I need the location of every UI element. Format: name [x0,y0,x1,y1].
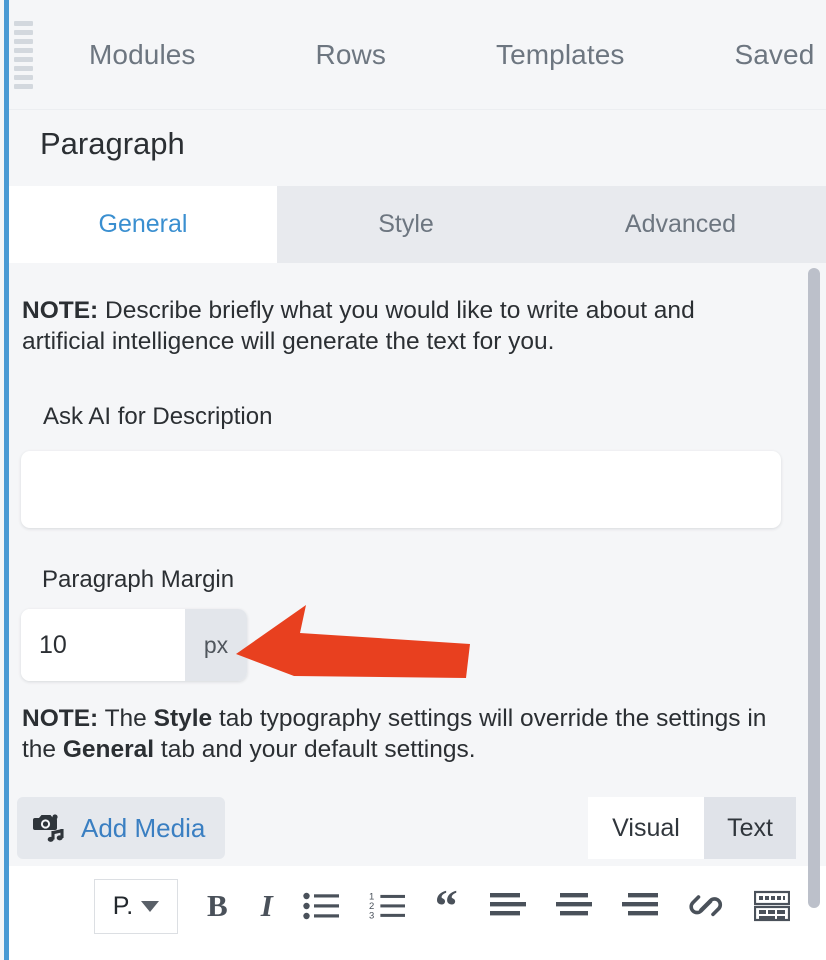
tab-advanced[interactable]: Advanced [535,186,826,263]
bullet-list-button[interactable] [303,888,339,924]
paragraph-margin-input[interactable]: 10 [21,609,185,681]
align-left-icon [489,893,526,916]
svg-text:3: 3 [369,910,374,921]
toolbar-toggle-button[interactable] [753,888,790,924]
note-body: Describe briefly what you would like to … [22,297,695,355]
note2-prefix: NOTE: [22,705,99,732]
note2-bold-style: Style [153,705,213,732]
numbered-list-button[interactable]: 1 2 3 [369,888,405,924]
note2-bold-general: General [62,736,155,763]
ask-ai-label: Ask AI for Description [43,403,273,430]
settings-scroll-area: NOTE: Describe briefly what you would li… [9,263,826,803]
italic-button[interactable]: I [261,888,273,924]
note2-part1: The [98,705,154,732]
nav-tab-saved[interactable]: Saved [734,39,814,71]
module-settings-panel: Modules Rows Templates Saved Paragraph G… [0,0,826,960]
ask-ai-textarea[interactable] [21,451,781,528]
drag-handle-icon[interactable] [14,21,34,89]
paragraph-margin-unit[interactable]: px [185,609,247,681]
align-center-button[interactable] [555,888,592,924]
chevron-down-icon [141,900,160,912]
module-title-bar: Paragraph [9,110,826,186]
paragraph-format-label: P. [112,891,134,920]
panel-header-nav: Modules Rows Templates Saved [9,0,826,110]
keyboard-toolbar-icon [753,890,790,922]
editor-mode-toggle: Visual Text [588,797,796,859]
align-right-button[interactable] [621,888,658,924]
bullet-list-icon [303,892,339,920]
page-title: Paragraph [40,126,185,161]
note-style-override: NOTE: The Style tab typography settings … [22,703,770,765]
add-media-button[interactable]: Add Media [17,797,226,859]
editor-toolbar: P. B I 1 2 3 “ [9,866,790,946]
paragraph-margin-label: Paragraph Margin [42,566,235,593]
align-right-icon [621,893,658,916]
panel-scrollbar[interactable] [808,268,820,908]
add-media-label: Add Media [81,812,206,843]
bold-button[interactable]: B [207,888,228,924]
align-left-button[interactable] [489,888,526,924]
editor-content-area: P. B I 1 2 3 “ [9,866,826,960]
nav-tab-modules[interactable]: Modules [89,39,196,71]
tab-general[interactable]: General [9,186,277,263]
link-icon [689,895,722,917]
insert-link-button[interactable] [688,888,724,924]
paragraph-margin-field: 10 px [21,609,247,681]
note2-part3: tab and your default settings. [154,736,476,763]
nav-tab-templates[interactable]: Templates [496,39,625,71]
tab-style[interactable]: Style [277,186,535,263]
nav-tab-rows[interactable]: Rows [316,39,386,71]
tab-text-editor[interactable]: Text [704,797,796,859]
paragraph-format-dropdown[interactable]: P. [94,878,178,934]
nav-tab-list: Modules Rows Templates Saved [61,0,814,110]
settings-tab-list: General Style Advanced [9,186,826,263]
tab-visual-editor[interactable]: Visual [588,797,704,859]
align-center-icon [555,893,592,916]
numbered-list-icon: 1 2 3 [369,891,405,921]
camera-music-icon [31,810,67,847]
note-prefix: NOTE: [22,297,99,324]
note-ai-description: NOTE: Describe briefly what you would li… [22,295,770,357]
panel-accent-stripe [4,0,9,960]
editor-media-bar: Add Media Visual Text [9,795,826,866]
blockquote-button[interactable]: “ [435,883,458,930]
